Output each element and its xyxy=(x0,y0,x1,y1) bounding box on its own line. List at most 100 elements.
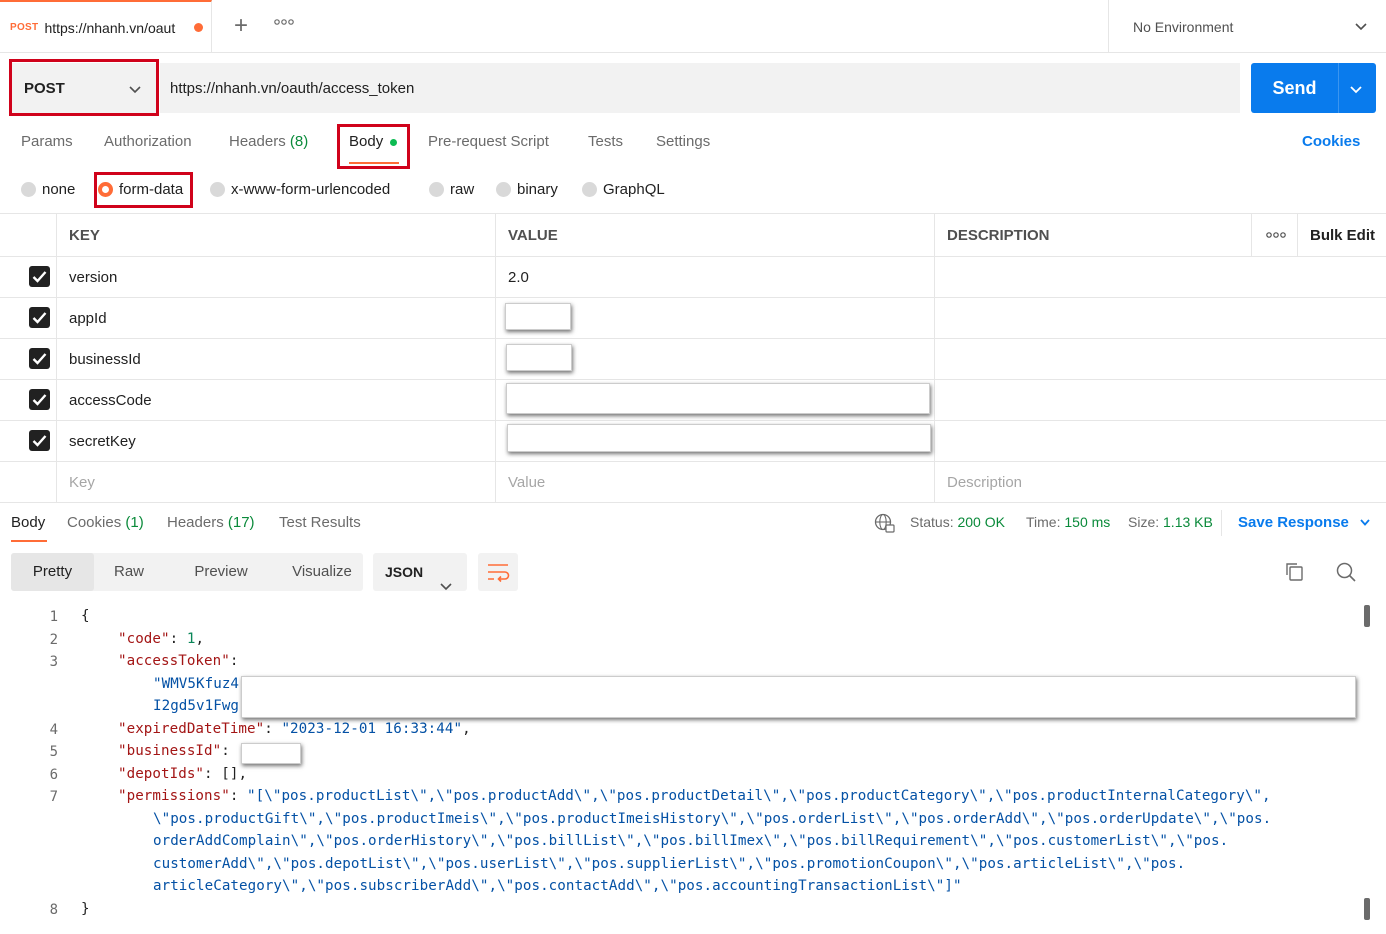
view-visualize-button[interactable]: Visualize xyxy=(271,553,373,591)
tab-bar: POST https://nhanh.vn/oaut + No Environm… xyxy=(0,0,1386,53)
globe-icon[interactable] xyxy=(874,513,895,537)
response-tab-test-results[interactable]: Test Results xyxy=(279,514,361,531)
divider xyxy=(1221,510,1222,536)
radio-circle-icon xyxy=(429,181,444,197)
url-input[interactable]: https://nhanh.vn/oauth/access_token xyxy=(160,63,1240,113)
status-label: Status: xyxy=(910,514,954,530)
json-array: [] xyxy=(221,766,239,782)
tab-prerequest-script[interactable]: Pre-request Script xyxy=(428,133,549,155)
chevron-down-icon[interactable] xyxy=(1349,81,1363,97)
tab-headers[interactable]: Headers (8) xyxy=(229,133,308,155)
method-select[interactable]: POST xyxy=(10,63,156,113)
row-description[interactable] xyxy=(934,298,1386,338)
row-description[interactable] xyxy=(934,380,1386,420)
radio-selected-icon xyxy=(98,181,113,197)
more-tabs-icon[interactable] xyxy=(274,18,298,34)
json-key: "expiredDateTime" xyxy=(118,721,265,737)
radio-raw[interactable]: raw xyxy=(429,179,474,199)
chevron-down-icon xyxy=(1359,514,1371,531)
tab-settings[interactable]: Settings xyxy=(656,133,710,155)
radio-urlencoded[interactable]: x-www-form-urlencoded xyxy=(210,179,390,199)
row-checkbox[interactable] xyxy=(29,307,50,328)
response-tab-body[interactable]: Body xyxy=(11,514,45,531)
url-text: https://nhanh.vn/oauth/access_token xyxy=(170,79,415,97)
row-key[interactable]: secretKey xyxy=(56,421,495,461)
response-code-view[interactable]: 1 2 3 4 5 6 7 8 { "code": 1, "accessToke… xyxy=(0,605,1386,934)
copy-icon[interactable] xyxy=(1284,561,1306,586)
radio-raw-label: raw xyxy=(450,180,475,198)
table-row: version 2.0 xyxy=(0,257,1386,298)
table-more-icon[interactable] xyxy=(1251,214,1297,256)
row-key[interactable]: appId xyxy=(56,298,495,338)
row-value[interactable]: 2.0 xyxy=(495,257,934,297)
column-value-header: VALUE xyxy=(495,214,934,256)
search-icon[interactable] xyxy=(1335,561,1357,586)
row-key[interactable]: businessId xyxy=(56,339,495,379)
unsaved-dot-icon xyxy=(194,23,204,32)
send-button[interactable]: Send xyxy=(1251,63,1376,113)
json-line-access-token: "accessToken": xyxy=(118,653,239,669)
radio-form-data[interactable]: form-data xyxy=(98,179,183,199)
radio-circle-icon xyxy=(496,181,511,197)
size-readout: Size: 1.13 KB xyxy=(1128,514,1213,530)
cookies-link[interactable]: Cookies xyxy=(1302,133,1360,150)
row-key[interactable]: accessCode xyxy=(56,380,495,420)
radio-none[interactable]: none xyxy=(21,179,75,199)
chevron-down-icon xyxy=(439,567,453,605)
line-number: 8 xyxy=(49,902,58,918)
row-checkbox[interactable] xyxy=(29,389,50,410)
environment-select[interactable]: No Environment xyxy=(1108,0,1386,53)
json-string: customerAdd\",\"pos.depotList\",\"pos.us… xyxy=(153,856,1186,872)
tab-authorization[interactable]: Authorization xyxy=(104,133,192,155)
bulk-edit-button[interactable]: Bulk Edit xyxy=(1297,214,1386,256)
view-raw-button[interactable]: Raw xyxy=(94,553,164,591)
form-data-table: KEY VALUE DESCRIPTION Bulk Edit version … xyxy=(0,213,1386,503)
response-tab-cookies[interactable]: Cookies (1) xyxy=(67,514,144,531)
new-tab-plus-icon[interactable]: + xyxy=(228,14,254,40)
view-preview-button[interactable]: Preview xyxy=(171,553,271,591)
row-description[interactable] xyxy=(934,421,1386,461)
radio-graphql[interactable]: GraphQL xyxy=(582,179,665,199)
json-key: "permissions" xyxy=(118,788,230,804)
json-string: \"pos.productGift\",\"pos.productImeis\"… xyxy=(153,811,1272,827)
new-description-input[interactable]: Description xyxy=(934,462,1386,502)
tab-body[interactable]: Body xyxy=(349,133,383,155)
tab-headers-count: (8) xyxy=(289,133,309,150)
request-tab[interactable]: POST https://nhanh.vn/oaut xyxy=(0,0,212,53)
row-key[interactable]: version xyxy=(56,257,495,297)
status-readout: Status: 200 OK xyxy=(910,514,1005,530)
row-checkbox[interactable] xyxy=(29,266,50,287)
json-string: "2023-12-01 16:33:44" xyxy=(281,721,463,737)
format-label: JSON xyxy=(385,564,424,580)
radio-urlencoded-label: x-www-form-urlencoded xyxy=(231,180,391,198)
response-tab-headers[interactable]: Headers (17) xyxy=(167,514,255,531)
format-select[interactable]: JSON xyxy=(373,553,467,591)
save-response-button[interactable]: Save Response xyxy=(1238,514,1371,531)
scrollbar-thumb[interactable] xyxy=(1364,605,1370,627)
json-line-depot-ids: "depotIds": [], xyxy=(118,766,248,782)
size-value: 1.13 KB xyxy=(1163,514,1213,530)
json-line-expired: "expiredDateTime": "2023-12-01 16:33:44"… xyxy=(118,721,471,737)
table-row: appId xyxy=(0,298,1386,339)
row-checkbox[interactable] xyxy=(29,430,50,451)
line-number: 2 xyxy=(49,632,58,648)
response-tab-cookies-label: Cookies xyxy=(67,514,122,531)
radio-binary[interactable]: binary xyxy=(496,179,558,199)
view-pretty-button[interactable]: Pretty xyxy=(11,553,94,591)
row-checkbox[interactable] xyxy=(29,348,50,369)
active-tab-underline xyxy=(11,540,47,542)
wrap-lines-icon[interactable] xyxy=(478,553,518,591)
row-description[interactable] xyxy=(934,339,1386,379)
tab-headers-label: Headers xyxy=(229,133,286,150)
line-number: 5 xyxy=(49,744,58,760)
json-line-business-id: "businessId": xyxy=(118,743,230,759)
row-description[interactable] xyxy=(934,257,1386,297)
line-number: 3 xyxy=(49,654,58,670)
column-key-header: KEY xyxy=(56,214,495,256)
tab-params[interactable]: Params xyxy=(21,133,73,155)
body-modified-dot-icon xyxy=(390,139,397,146)
scrollbar-thumb[interactable] xyxy=(1364,898,1370,920)
new-key-input[interactable]: Key xyxy=(56,462,495,502)
new-value-input[interactable]: Value xyxy=(495,462,934,502)
tab-tests[interactable]: Tests xyxy=(588,133,623,155)
